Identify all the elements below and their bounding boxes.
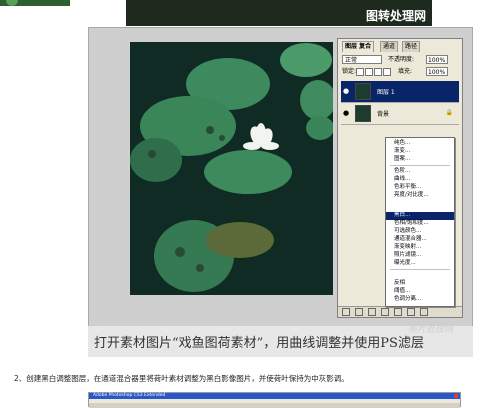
fill-label: 填充: bbox=[398, 68, 413, 75]
panel-footer-toolbar bbox=[338, 306, 462, 317]
menu-item[interactable]: 渐变... bbox=[386, 148, 454, 156]
lock-options[interactable] bbox=[356, 68, 392, 78]
top-banner-image: 图转处理网 bbox=[126, 0, 432, 26]
menu-item[interactable]: 色调分离... bbox=[386, 296, 454, 304]
tab-layers[interactable]: 图层 复合 bbox=[342, 41, 375, 52]
opacity-input[interactable]: 100% bbox=[426, 55, 448, 64]
adjustment-layer-icon[interactable] bbox=[381, 308, 389, 316]
lock-all-icon[interactable] bbox=[383, 68, 391, 76]
layer-row[interactable]: ● 背景 🔒 bbox=[341, 103, 459, 125]
lock-label: 锁定: bbox=[342, 68, 357, 75]
add-mask-icon[interactable] bbox=[368, 308, 376, 316]
menu-item[interactable]: 阈值... bbox=[386, 288, 454, 296]
menu-item[interactable]: 曝光度... bbox=[386, 260, 454, 268]
adjustment-layer-menu: 纯色... 渐变... 图案... 色阶... 曲线... 色彩平衡... 亮度… bbox=[385, 137, 455, 307]
tab-paths[interactable]: 路径 bbox=[402, 41, 421, 52]
menu-item[interactable]: 色彩平衡... bbox=[386, 184, 454, 192]
tab-channels[interactable]: 通道 bbox=[380, 41, 399, 52]
menu-item-black-white[interactable]: 黑白... bbox=[386, 212, 454, 220]
menu-item[interactable]: 渐变映射... bbox=[386, 244, 454, 252]
opacity-label: 不透明度: bbox=[388, 56, 415, 63]
layer-thumbnail bbox=[355, 83, 371, 100]
blend-mode-select[interactable]: 正常 bbox=[342, 55, 382, 64]
close-icon[interactable] bbox=[454, 394, 458, 398]
new-layer-icon[interactable] bbox=[407, 308, 415, 316]
step-instruction: 2、创建黑白调整图层，在通道混合器里将荷叶素材调整为黑白影像图片，并使荷叶保持为… bbox=[14, 374, 349, 383]
menu-item[interactable]: 反相 bbox=[386, 280, 454, 288]
options-toolbar bbox=[89, 403, 460, 408]
eye-icon[interactable]: ● bbox=[343, 88, 350, 95]
menu-item[interactable]: 通道混合器... bbox=[386, 236, 454, 244]
fill-input[interactable]: 100% bbox=[426, 67, 448, 76]
new-group-icon[interactable] bbox=[394, 308, 402, 316]
menu-item[interactable]: 色阶... bbox=[386, 168, 454, 176]
menu-item[interactable]: 可选颜色... bbox=[386, 228, 454, 236]
link-layers-icon[interactable] bbox=[342, 308, 350, 316]
eye-icon[interactable]: ● bbox=[343, 110, 350, 117]
lotus-photo bbox=[130, 42, 333, 295]
lock-position-icon[interactable] bbox=[374, 68, 382, 76]
layer-thumbnail bbox=[355, 105, 371, 122]
lock-icon: 🔒 bbox=[445, 109, 453, 116]
lock-transparency-icon[interactable] bbox=[356, 68, 364, 76]
watermark: 照片处理网 bbox=[408, 325, 454, 335]
next-screenshot: Adobe Photoshop CS3 Extended bbox=[88, 392, 461, 408]
menu-item[interactable]: 亮度/对比度... bbox=[386, 192, 454, 200]
banner-text: 图转处理网 bbox=[365, 9, 426, 23]
fx-icon[interactable] bbox=[355, 308, 363, 316]
layer-name: 背景 bbox=[377, 111, 390, 118]
menu-item[interactable]: 纯色... bbox=[386, 140, 454, 148]
menu-item[interactable]: 曲线... bbox=[386, 176, 454, 184]
trash-icon[interactable] bbox=[420, 308, 428, 316]
layer-name: 图层 1 bbox=[377, 89, 395, 96]
caption-text: 打开素材图片“戏鱼图荷素材”，用曲线调整并使用PS滤层 bbox=[94, 336, 424, 351]
layer-row[interactable]: ● 图层 1 bbox=[341, 81, 459, 103]
lock-pixels-icon[interactable] bbox=[365, 68, 373, 76]
menu-item[interactable]: 图案... bbox=[386, 156, 454, 164]
menu-item[interactable]: 照片滤镜... bbox=[386, 252, 454, 260]
menu-item[interactable]: 色相/饱和度... bbox=[386, 220, 454, 228]
menu-separator bbox=[390, 165, 450, 166]
menu-separator bbox=[390, 269, 450, 270]
